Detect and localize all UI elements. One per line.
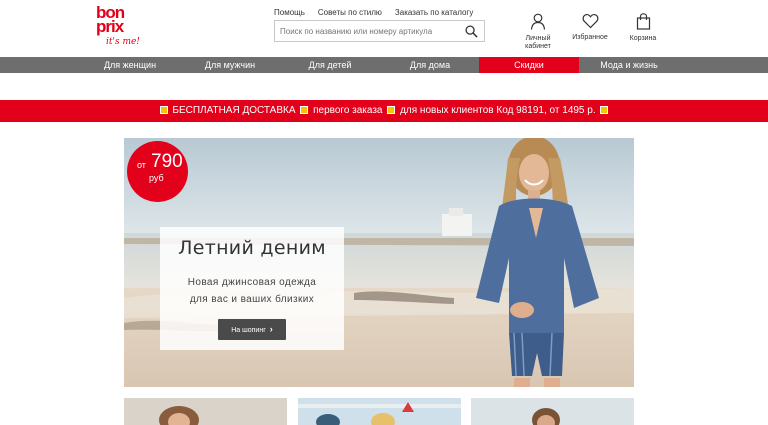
nav-home[interactable]: Для дома bbox=[380, 57, 480, 73]
hero-title: Летний деним bbox=[178, 237, 326, 259]
promo-emoji-icon bbox=[600, 106, 609, 114]
nav-men[interactable]: Для мужчин bbox=[180, 57, 280, 73]
promo-banner[interactable]: БЕСПЛАТНАЯ ДОСТАВКА первого заказа для н… bbox=[0, 100, 768, 122]
tile-image bbox=[124, 398, 287, 425]
nav-women[interactable]: Для женщин bbox=[80, 57, 180, 73]
shopping-bag-icon bbox=[636, 13, 650, 30]
category-tile[interactable] bbox=[471, 398, 634, 425]
tile-image bbox=[298, 398, 461, 425]
account-label-1: Личный bbox=[525, 35, 551, 42]
search-input[interactable] bbox=[275, 21, 455, 41]
nav-fashion-life[interactable]: Мода и жизнь bbox=[579, 57, 679, 73]
price-currency: руб bbox=[149, 173, 164, 183]
promo-text-1: БЕСПЛАТНАЯ ДОСТАВКА bbox=[172, 105, 296, 116]
hero-subtitle-line-1: Новая джинсовая одежда bbox=[187, 277, 317, 288]
promo-emoji-icon bbox=[159, 106, 168, 114]
search-box bbox=[274, 20, 485, 42]
logo-line-2: prix bbox=[96, 17, 124, 36]
search-icon[interactable] bbox=[465, 25, 478, 38]
account-label-2: кабинет bbox=[525, 43, 551, 50]
price-badge: от 790 руб bbox=[127, 141, 188, 202]
hero-subtitle: Новая джинсовая одежда для вас и ваших б… bbox=[160, 274, 344, 308]
favorites-link[interactable]: Избранное bbox=[564, 13, 616, 42]
promo-emoji-icon bbox=[300, 106, 309, 114]
category-tile[interactable] bbox=[124, 398, 287, 425]
tile-image bbox=[471, 398, 634, 425]
promo-text-3: для новых клиентов bbox=[400, 105, 494, 116]
category-tile[interactable] bbox=[298, 398, 461, 425]
promo-text-4: Код 98191, от 1495 р. bbox=[496, 105, 596, 116]
nav-kids[interactable]: Для детей bbox=[280, 57, 380, 73]
favorites-label: Избранное bbox=[572, 34, 608, 41]
header: bon prix it's me! Помощь Советы по стилю… bbox=[0, 0, 768, 57]
cart-label: Корзина bbox=[629, 35, 657, 42]
catalog-order-link[interactable]: Заказать по каталогу bbox=[395, 8, 473, 17]
top-links: Помощь Советы по стилю Заказать по катал… bbox=[274, 8, 473, 17]
chevron-right-icon: › bbox=[269, 324, 273, 334]
logo-tagline: it's me! bbox=[106, 37, 140, 47]
style-tips-link[interactable]: Советы по стилю bbox=[318, 8, 382, 17]
user-icon bbox=[530, 13, 546, 30]
account-link[interactable]: Личный кабинет bbox=[512, 13, 564, 51]
hero-card: Летний деним Новая джинсовая одежда для … bbox=[160, 227, 344, 350]
nav-sale[interactable]: Скидки bbox=[479, 57, 579, 73]
price-from: от bbox=[137, 160, 146, 170]
cart-link[interactable]: Корзина bbox=[617, 13, 669, 43]
promo-emoji-icon bbox=[387, 106, 396, 114]
heart-icon bbox=[582, 14, 598, 29]
hero-banner[interactable]: от 790 руб Летний деним Новая джинсовая … bbox=[124, 138, 634, 387]
help-link[interactable]: Помощь bbox=[274, 8, 305, 17]
main-nav: Для женщин Для мужчин Для детей Для дома… bbox=[0, 57, 768, 73]
shop-now-button[interactable]: На шопинг › bbox=[218, 319, 286, 340]
hero-subtitle-line-2: для вас и ваших близких bbox=[189, 294, 315, 305]
promo-text-2: первого заказа bbox=[313, 105, 383, 116]
shop-now-label: На шопинг bbox=[231, 327, 266, 334]
price-value: 790 bbox=[151, 151, 183, 172]
bonprix-logo[interactable]: bon prix it's me! bbox=[96, 4, 140, 52]
